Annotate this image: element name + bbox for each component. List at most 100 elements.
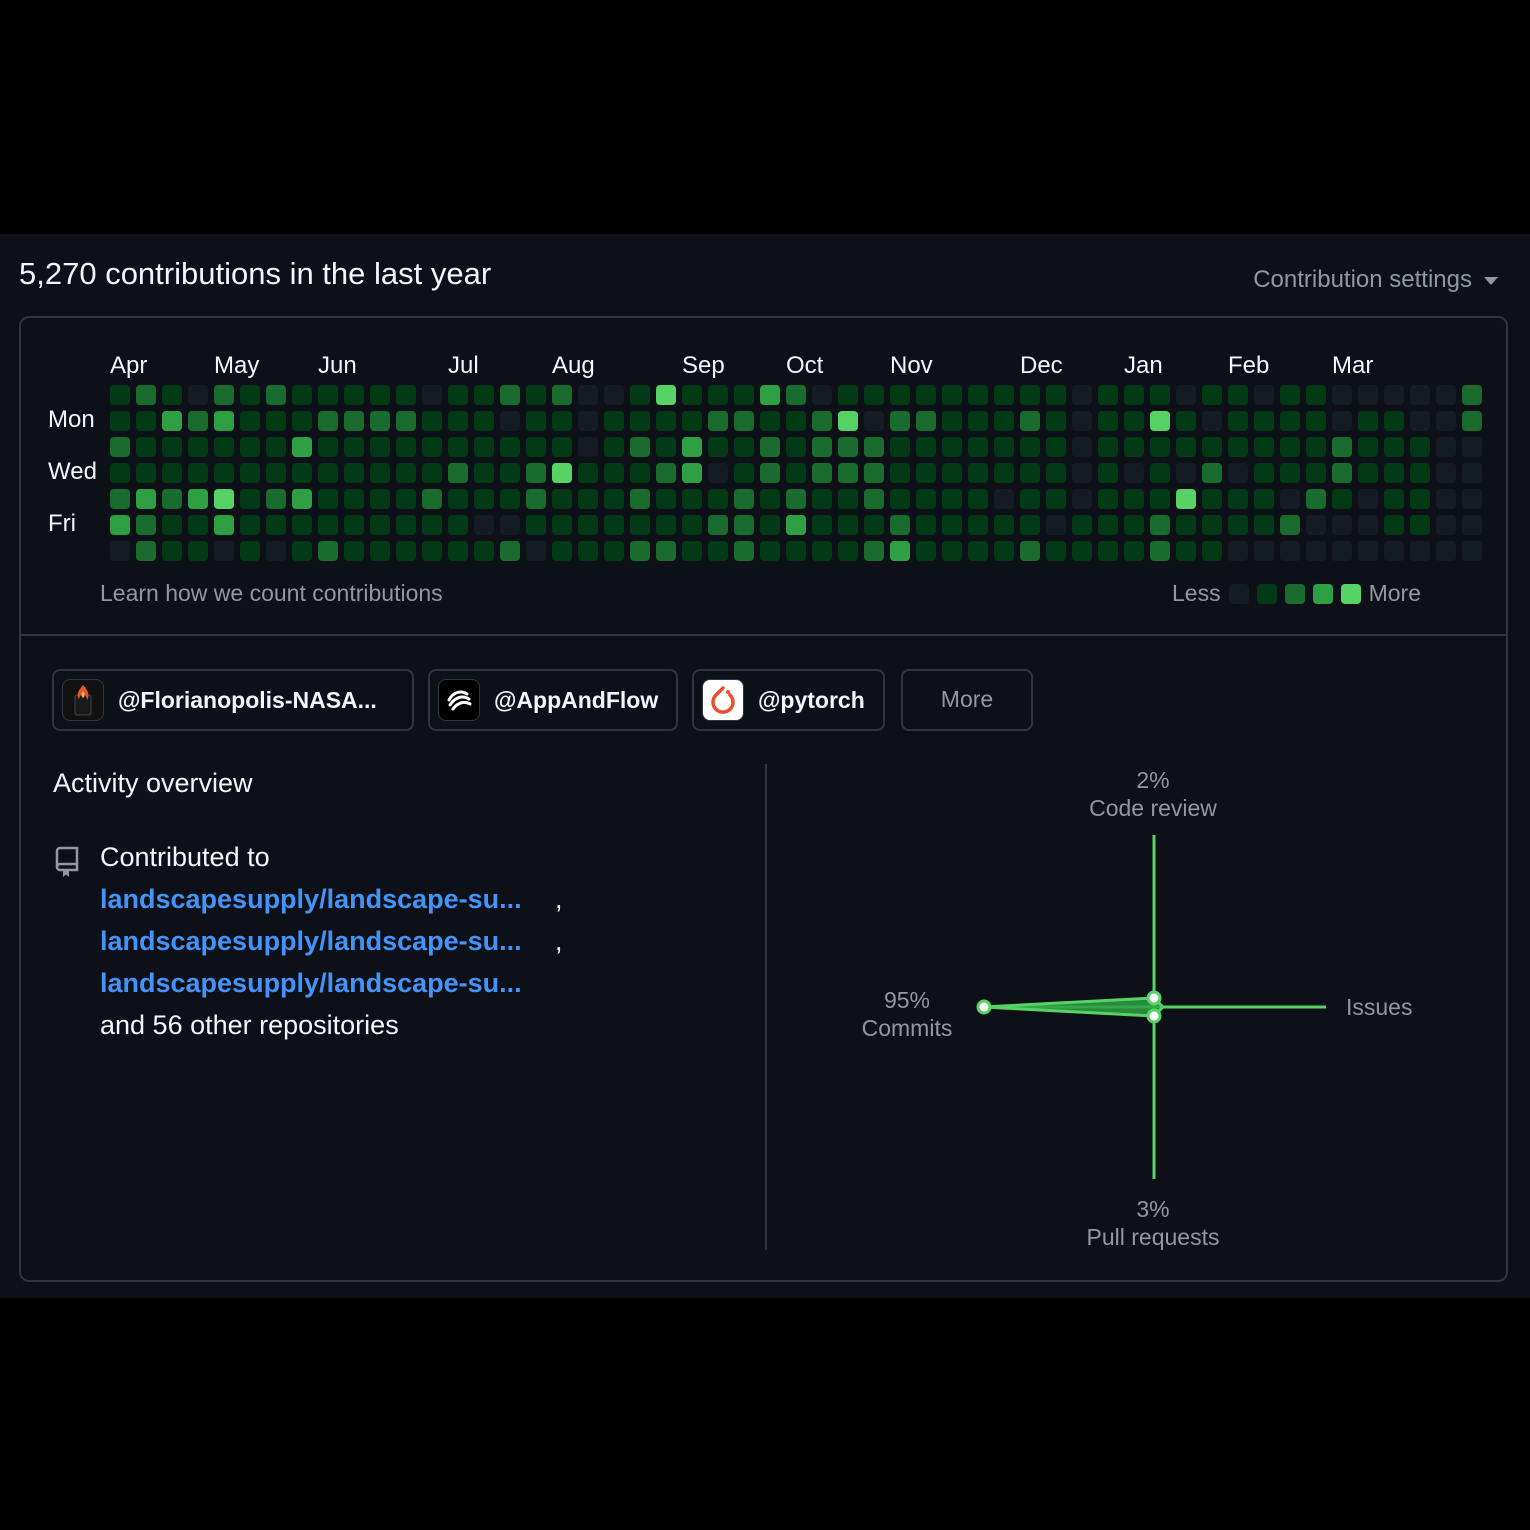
contribution-cell[interactable] [266,385,286,405]
contribution-cell[interactable] [708,541,728,561]
contribution-cell[interactable] [318,437,338,457]
contribution-cell[interactable] [162,515,182,535]
contribution-cell[interactable] [448,489,468,509]
contribution-cell[interactable] [422,437,442,457]
contribution-cell[interactable] [786,463,806,483]
contribution-cell[interactable] [1020,489,1040,509]
contribution-cell[interactable] [1254,437,1274,457]
contribution-cell[interactable] [1280,385,1300,405]
contribution-cell[interactable] [1462,463,1482,483]
contribution-cell[interactable] [1176,437,1196,457]
contribution-cell[interactable] [1072,385,1092,405]
contribution-cell[interactable] [292,437,312,457]
contribution-cell[interactable] [292,515,312,535]
contribution-cell[interactable] [162,411,182,431]
contribution-cell[interactable] [526,385,546,405]
contribution-cell[interactable] [630,489,650,509]
contribution-cell[interactable] [1410,515,1430,535]
contribution-cell[interactable] [604,411,624,431]
contribution-cell[interactable] [578,515,598,535]
contribution-cell[interactable] [448,463,468,483]
contribution-cell[interactable] [760,489,780,509]
contribution-cell[interactable] [1176,489,1196,509]
contribution-cell[interactable] [1462,541,1482,561]
contribution-cell[interactable] [1410,463,1430,483]
contribution-cell[interactable] [500,411,520,431]
learn-how-link[interactable]: Learn how we count contributions [100,580,443,607]
contribution-cell[interactable] [1124,437,1144,457]
contribution-cell[interactable] [1358,411,1378,431]
contribution-cell[interactable] [1072,541,1092,561]
contribution-cell[interactable] [1254,385,1274,405]
contribution-cell[interactable] [578,541,598,561]
contribution-cell[interactable] [370,463,390,483]
contribution-cell[interactable] [318,541,338,561]
contribution-cell[interactable] [604,541,624,561]
contribution-cell[interactable] [1384,385,1404,405]
contribution-cell[interactable] [240,463,260,483]
contribution-cell[interactable] [526,541,546,561]
contribution-cell[interactable] [786,515,806,535]
org-button-appandflow[interactable]: @AppAndFlow [428,669,678,731]
contribution-cell[interactable] [214,385,234,405]
contribution-cell[interactable] [292,489,312,509]
contribution-cell[interactable] [1202,515,1222,535]
contribution-cell[interactable] [370,411,390,431]
contribution-cell[interactable] [1020,463,1040,483]
contribution-cell[interactable] [344,489,364,509]
contribution-cell[interactable] [1410,411,1430,431]
contribution-cell[interactable] [890,411,910,431]
contribution-cell[interactable] [760,463,780,483]
contribution-cell[interactable] [890,515,910,535]
contribution-cell[interactable] [734,437,754,457]
org-button-pytorch[interactable]: @pytorch [692,669,885,731]
contribution-cell[interactable] [916,515,936,535]
contribution-cell[interactable] [1384,437,1404,457]
contribution-cell[interactable] [838,437,858,457]
contribution-cell[interactable] [838,411,858,431]
contribution-cell[interactable] [1462,489,1482,509]
contribution-cell[interactable] [604,385,624,405]
contribution-cell[interactable] [1046,411,1066,431]
contribution-cell[interactable] [1046,515,1066,535]
contribution-cell[interactable] [110,463,130,483]
contribution-cell[interactable] [552,515,572,535]
contribution-cell[interactable] [370,541,390,561]
contribution-cell[interactable] [760,411,780,431]
contribution-cell[interactable] [1384,411,1404,431]
contribution-cell[interactable] [942,541,962,561]
contribution-cell[interactable] [994,385,1014,405]
contribution-cell[interactable] [1098,385,1118,405]
contribution-cell[interactable] [344,515,364,535]
contribution-cell[interactable] [1358,541,1378,561]
contribution-cell[interactable] [1072,515,1092,535]
contribution-cell[interactable] [1462,515,1482,535]
contribution-cell[interactable] [838,385,858,405]
contribution-cell[interactable] [1332,385,1352,405]
contribution-cell[interactable] [656,463,676,483]
contribution-cell[interactable] [578,489,598,509]
repo-link[interactable]: landscapesupply/landscape-su... [100,968,522,999]
contribution-cell[interactable] [1098,463,1118,483]
contribution-cell[interactable] [474,515,494,535]
contribution-cell[interactable] [864,489,884,509]
contribution-cell[interactable] [344,411,364,431]
contribution-cell[interactable] [864,515,884,535]
contribution-cell[interactable] [1202,541,1222,561]
contribution-cell[interactable] [994,489,1014,509]
contribution-cell[interactable] [1150,489,1170,509]
contribution-cell[interactable] [240,515,260,535]
contribution-cell[interactable] [526,463,546,483]
contribution-cell[interactable] [110,437,130,457]
contribution-cell[interactable] [110,489,130,509]
contribution-cell[interactable] [1280,489,1300,509]
contribution-cell[interactable] [344,385,364,405]
contribution-cell[interactable] [1462,385,1482,405]
contribution-cell[interactable] [240,411,260,431]
contribution-cell[interactable] [630,385,650,405]
contribution-cell[interactable] [1098,411,1118,431]
contribution-cell[interactable] [1254,489,1274,509]
contribution-cell[interactable] [1228,541,1248,561]
contribution-cell[interactable] [916,411,936,431]
contribution-cell[interactable] [1410,541,1430,561]
